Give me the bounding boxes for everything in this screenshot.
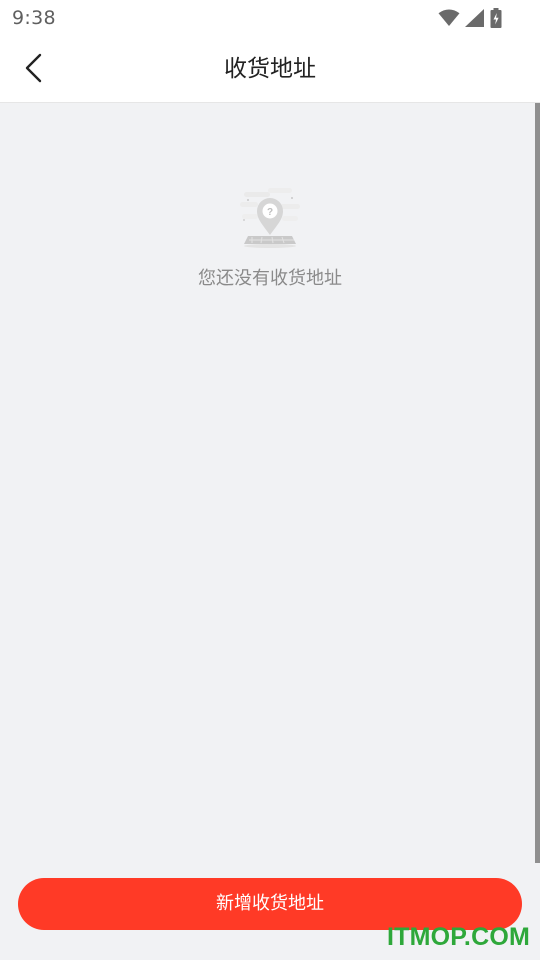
page-title: 收货地址 [224, 56, 316, 82]
status-bar: 9:38 [0, 0, 540, 38]
status-icons [438, 7, 502, 29]
watermark-logo: ITMOP.COM [386, 923, 530, 951]
status-time: 9:38 [12, 7, 56, 29]
cellular-signal-icon [465, 9, 485, 27]
app-header: 收货地址 [0, 38, 540, 103]
scrollbar[interactable] [535, 103, 540, 863]
wifi-icon [438, 9, 460, 27]
svg-text:?: ? [267, 207, 273, 218]
battery-charging-icon [490, 8, 502, 28]
location-map-icon: ? [240, 186, 300, 248]
empty-state-message: 您还没有收货地址 [198, 268, 342, 289]
